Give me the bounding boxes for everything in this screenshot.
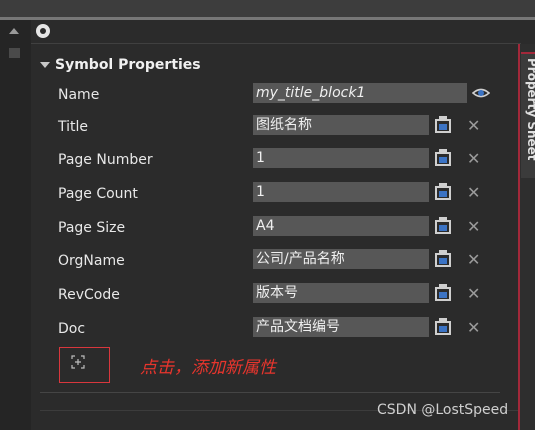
close-icon[interactable]: ✕ (467, 116, 480, 135)
property-row-page-number: Page Number 1 ✕ (0, 148, 535, 174)
doc-field[interactable]: 产品文档编号 (253, 317, 429, 337)
clipboard-icon[interactable] (433, 216, 455, 236)
scroll-up-icon[interactable] (9, 28, 19, 34)
page-size-field[interactable]: A4 (253, 216, 429, 236)
property-row-name: Name my_title_block1 (0, 83, 535, 109)
section-header[interactable]: Symbol Properties (40, 57, 201, 73)
close-icon[interactable]: ✕ (467, 149, 480, 168)
close-icon[interactable]: ✕ (467, 250, 480, 269)
property-label: Doc (58, 321, 86, 337)
clipboard-icon[interactable] (433, 249, 455, 269)
property-row-title: Title 图纸名称 ✕ (0, 115, 535, 141)
clipboard-icon[interactable] (433, 317, 455, 337)
clipboard-icon[interactable] (433, 115, 455, 135)
clipboard-icon[interactable] (433, 283, 455, 303)
revcode-field[interactable]: 版本号 (253, 283, 429, 303)
add-property-hint: 点击，添加新属性 (140, 358, 276, 378)
property-label: Page Number (58, 152, 153, 168)
close-icon[interactable]: ✕ (467, 183, 480, 202)
gear-icon[interactable] (36, 24, 50, 38)
property-row-revcode: RevCode 版本号 ✕ (0, 283, 535, 309)
panel-header-divider (31, 43, 521, 44)
property-label: OrgName (58, 253, 125, 269)
name-field[interactable]: my_title_block1 (253, 83, 467, 103)
clipboard-icon[interactable] (433, 148, 455, 168)
tab-property-sheet-label: Property Sheet (525, 58, 535, 161)
close-icon[interactable]: ✕ (467, 284, 480, 303)
property-row-page-count: Page Count 1 ✕ (0, 182, 535, 208)
chevron-down-icon (40, 62, 50, 68)
property-label: Page Size (58, 220, 126, 236)
property-row-doc: Doc 产品文档编号 ✕ (0, 317, 535, 343)
eye-icon[interactable] (472, 85, 490, 101)
top-bar (0, 0, 535, 17)
page-count-field[interactable]: 1 (253, 182, 429, 202)
property-label: Title (58, 119, 89, 135)
scroll-thumb[interactable] (9, 48, 20, 58)
page-number-field[interactable]: 1 (253, 148, 429, 168)
orgname-field[interactable]: 公司/产品名称 (253, 249, 429, 269)
property-row-orgname: OrgName 公司/产品名称 ✕ (0, 249, 535, 275)
property-label: Page Count (58, 186, 138, 202)
property-row-page-size: Page Size A4 ✕ (0, 216, 535, 242)
close-icon[interactable]: ✕ (467, 318, 480, 337)
property-label: Name (58, 87, 100, 103)
section-title: Symbol Properties (55, 57, 201, 73)
property-label: RevCode (58, 287, 120, 303)
watermark: CSDN @LostSpeed (377, 402, 509, 418)
close-icon[interactable]: ✕ (467, 217, 480, 236)
title-field[interactable]: 图纸名称 (253, 115, 429, 135)
section-divider (40, 392, 500, 393)
clipboard-icon[interactable] (433, 182, 455, 202)
add-property-icon[interactable] (70, 354, 86, 370)
